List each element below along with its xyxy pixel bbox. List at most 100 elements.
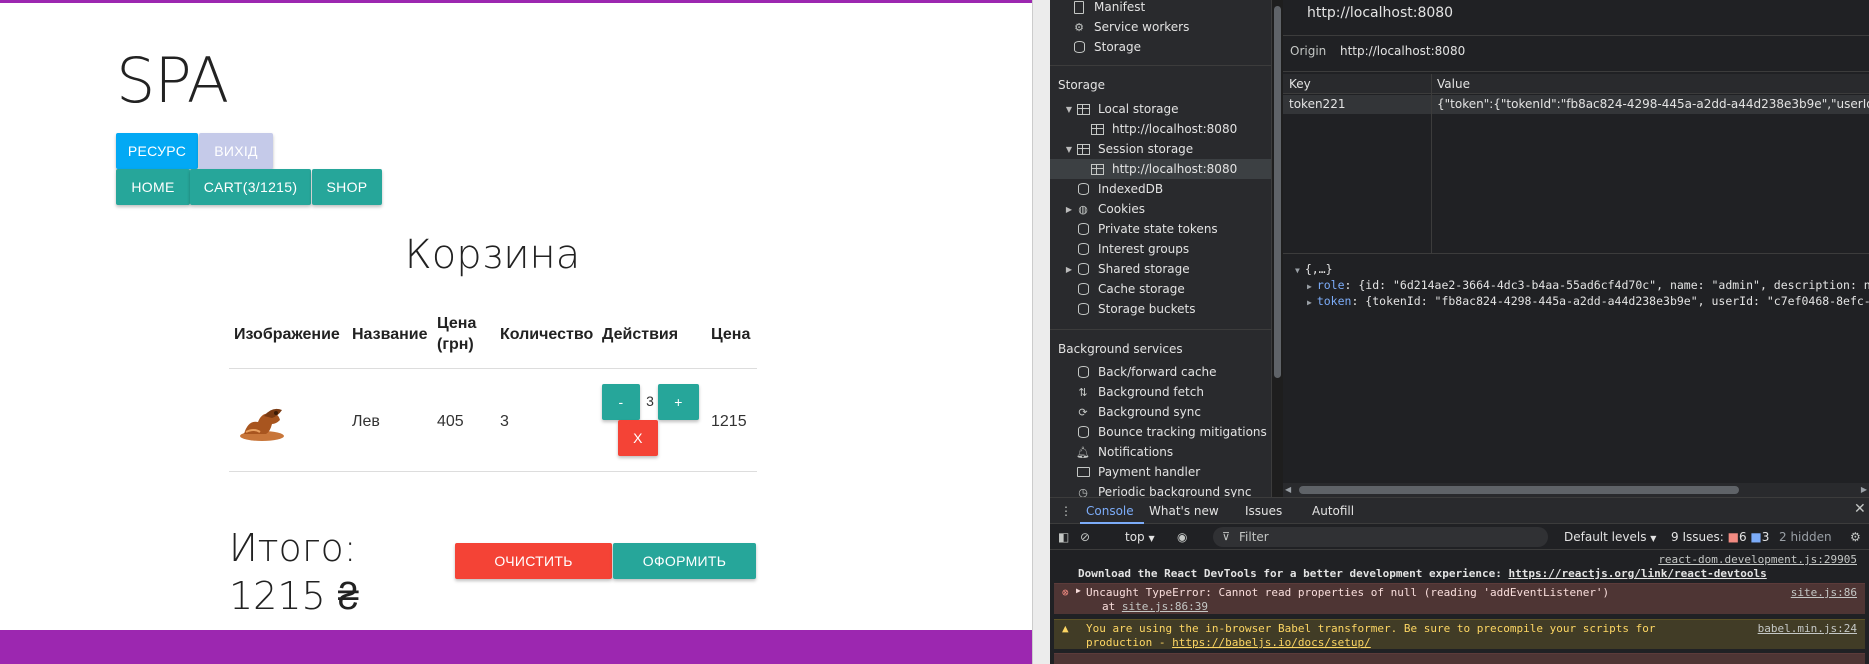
console-settings-icon[interactable]: ⚙: [1850, 530, 1861, 544]
sidebar-item-periodic-sync[interactable]: ◷ Periodic background sync: [1050, 482, 1271, 497]
column-value[interactable]: Value: [1437, 77, 1470, 91]
sidebar-item-session-storage-origin[interactable]: http://localhost:8080: [1050, 159, 1271, 179]
remove-button[interactable]: X: [618, 420, 658, 456]
tree-node-role[interactable]: ▶ role: {id: "6d214ae2-3664-4dc3-b4aa-55a…: [1307, 278, 1869, 292]
sidebar-item-service-workers[interactable]: ⚙ Service workers: [1050, 17, 1271, 37]
column-key[interactable]: Key: [1289, 77, 1311, 91]
tab-issues[interactable]: Issues: [1245, 504, 1282, 518]
message-source-link[interactable]: site.js:86: [1791, 586, 1857, 599]
col-price: Цена (грн): [437, 315, 477, 353]
tab-whats-new[interactable]: What's new: [1149, 504, 1219, 518]
horizontal-scroll-thumb[interactable]: [1299, 486, 1739, 494]
page-top-accent: [0, 0, 1032, 3]
console-message-info: react-dom.development.js:29905 Download …: [1054, 553, 1865, 583]
col-image: Изображение: [234, 326, 340, 343]
sidebar-item-notifications[interactable]: 🔔︎ Notifications: [1050, 442, 1271, 462]
logout-button[interactable]: ВИХІД: [199, 133, 273, 169]
horizontal-scrollbar[interactable]: ◀ ▶: [1283, 483, 1869, 497]
chevron-down-icon: ▼: [1650, 534, 1657, 543]
console-drawer: ⋮ Console What's new Issues Autofill ✕ ◧…: [1050, 497, 1869, 664]
drawer-menu-icon[interactable]: ⋮: [1060, 504, 1072, 518]
expand-arrow-icon[interactable]: ▶: [1064, 265, 1074, 274]
context-select[interactable]: top ▼: [1125, 530, 1155, 544]
storage-grid-body: [1283, 95, 1869, 254]
sync-icon: ⟳: [1078, 405, 1088, 419]
clear-console-icon[interactable]: ⊘: [1080, 530, 1090, 544]
chevron-down-icon: ▼: [1148, 534, 1155, 543]
sidebar-toggle-icon[interactable]: ◧: [1058, 530, 1069, 544]
expand-arrow-icon[interactable]: ▶: [1307, 282, 1312, 291]
sidebar-separator: [1050, 65, 1271, 66]
expand-arrow-icon[interactable]: ▼: [1064, 105, 1074, 114]
scroll-right-icon[interactable]: ▶: [1861, 485, 1867, 494]
sidebar-item-storage-buckets[interactable]: Storage buckets: [1050, 299, 1271, 319]
sidebar-item-cache-storage[interactable]: Cache storage: [1050, 279, 1271, 299]
increase-button[interactable]: +: [658, 384, 699, 420]
message-source-link[interactable]: babel.min.js:24: [1758, 622, 1857, 635]
sidebar-item-storage-overview[interactable]: Storage: [1050, 37, 1271, 57]
checkout-button[interactable]: ОФОРМИТЬ: [613, 543, 756, 579]
product-price: 405: [437, 413, 464, 430]
expand-arrow-icon[interactable]: ▶: [1076, 586, 1081, 595]
react-devtools-link[interactable]: https://reactjs.org/link/react-devtools: [1508, 567, 1766, 580]
cart-button[interactable]: CART(3/1215): [190, 169, 311, 205]
sidebar-separator: [1050, 329, 1271, 330]
database-icon: [1077, 283, 1089, 295]
eye-icon[interactable]: ◉: [1177, 530, 1187, 544]
scroll-left-icon[interactable]: ◀: [1285, 485, 1291, 494]
sidebar-item-bounce-tracking[interactable]: Bounce tracking mitigations: [1050, 422, 1271, 442]
sidebar-scrollbar[interactable]: [1272, 0, 1283, 497]
col-quantity: Количество: [500, 326, 594, 343]
sidebar-item-interest-groups[interactable]: Interest groups: [1050, 239, 1271, 259]
info-issues-icon: ■: [1750, 530, 1762, 544]
storage-row-value[interactable]: {"token":{"tokenId":"fb8ac824-4298-445a-…: [1437, 97, 1869, 111]
devtools-splitter[interactable]: [1032, 0, 1050, 664]
sidebar-scroll-thumb[interactable]: [1274, 6, 1281, 378]
filter-input[interactable]: ⊽ Filter: [1213, 527, 1548, 547]
storage-row-key[interactable]: token221: [1289, 97, 1345, 111]
tree-root[interactable]: ▼ {,…}: [1295, 262, 1333, 276]
error-icon: ⊗: [1062, 586, 1069, 599]
screen: SPA РЕСУРС ВИХІД HOME CART(3/1215) SHOP …: [0, 0, 1869, 664]
tree-node-token[interactable]: ▶ token: {tokenId: "fb8ac824-4298-445a-a2…: [1307, 294, 1869, 308]
row-total: 1215: [711, 413, 747, 430]
babel-docs-link[interactable]: https://babeljs.io/docs/setup/: [1172, 636, 1371, 649]
decrease-button[interactable]: -: [602, 384, 640, 420]
database-icon: [1077, 243, 1089, 255]
manifest-icon: [1074, 0, 1084, 14]
message-source-link[interactable]: react-dom.development.js:29905: [1658, 553, 1857, 566]
sidebar-item-payment-handler[interactable]: Payment handler: [1050, 462, 1271, 482]
home-button[interactable]: HOME: [116, 169, 190, 205]
database-icon: [1077, 303, 1089, 315]
sidebar-item-local-storage[interactable]: ▼ Local storage: [1050, 99, 1271, 119]
total-label: Итого:: [229, 526, 357, 570]
stack-link[interactable]: site.js:86:39: [1122, 600, 1208, 613]
sidebar-item-local-storage-origin[interactable]: http://localhost:8080: [1050, 119, 1271, 139]
shop-button[interactable]: SHOP: [312, 169, 382, 205]
sidebar-item-session-storage[interactable]: ▼ Session storage: [1050, 139, 1271, 159]
sidebar-item-bfcache[interactable]: Back/forward cache: [1050, 362, 1271, 382]
origin-value: http://localhost:8080: [1340, 44, 1466, 58]
sidebar-item-manifest[interactable]: Manifest: [1050, 0, 1271, 17]
sidebar-item-private-state-tokens[interactable]: Private state tokens: [1050, 219, 1271, 239]
sidebar-item-background-sync[interactable]: ⟳ Background sync: [1050, 402, 1271, 422]
database-icon: [1077, 223, 1089, 235]
clear-cart-button[interactable]: ОЧИСТИТЬ: [455, 543, 612, 579]
sidebar-item-shared-storage[interactable]: ▶ Shared storage: [1050, 259, 1271, 279]
close-drawer-icon[interactable]: ✕: [1854, 501, 1866, 517]
issues-counter[interactable]: 9 Issues: ■6 ■3: [1671, 530, 1769, 544]
tab-autofill[interactable]: Autofill: [1312, 504, 1354, 518]
table-icon: [1076, 103, 1090, 115]
sidebar-item-background-fetch[interactable]: ⇅ Background fetch: [1050, 382, 1271, 402]
collapse-arrow-icon[interactable]: ▼: [1295, 266, 1300, 275]
sidebar-item-indexeddb[interactable]: IndexedDB: [1050, 179, 1271, 199]
expand-arrow-icon[interactable]: ▶: [1064, 205, 1074, 214]
expand-arrow-icon[interactable]: ▶: [1307, 298, 1312, 307]
log-levels-select[interactable]: Default levels ▼: [1564, 530, 1656, 544]
resource-button[interactable]: РЕСУРС: [116, 133, 198, 169]
tab-console[interactable]: Console: [1086, 504, 1134, 518]
order-total: Итого: 1215 ₴: [229, 524, 359, 620]
col-name: Название: [352, 326, 428, 343]
sidebar-item-cookies[interactable]: ▶ ◍ Cookies: [1050, 199, 1271, 219]
expand-arrow-icon[interactable]: ▼: [1064, 145, 1074, 154]
